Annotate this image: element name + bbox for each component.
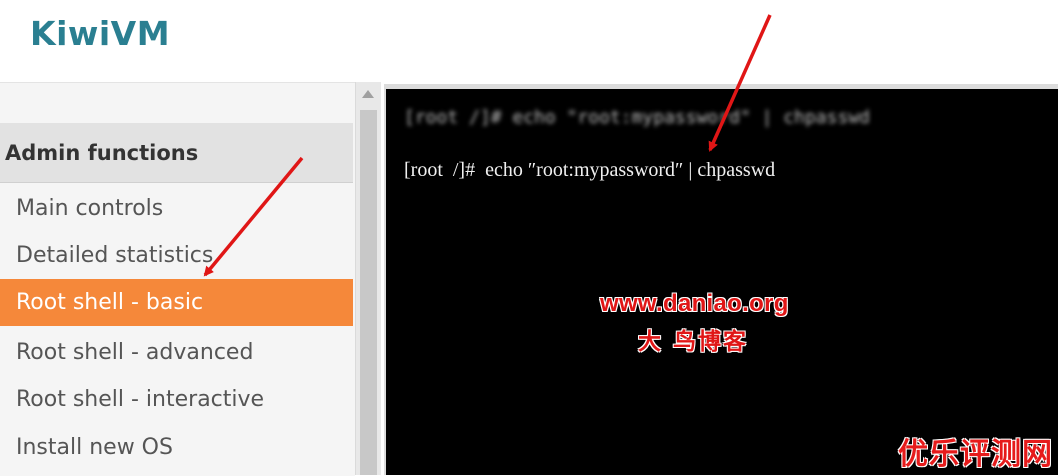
kiwivm-logo[interactable]: KiwiVM [30,14,170,53]
scrollbar-thumb[interactable] [360,110,377,475]
sidebar: Admin functions Main controls Detailed s… [0,82,355,476]
sidebar-item-install-new-os[interactable]: Install new OS [0,424,353,471]
sidebar-section-title: Admin functions [0,123,353,183]
terminal-command-line: [root /]# echo ″root:mypassword″ | chpas… [404,159,776,181]
scroll-up-arrow-icon[interactable] [362,90,374,98]
sidebar-scrollbar[interactable] [355,82,381,475]
sidebar-item-root-shell-basic[interactable]: Root shell - basic [0,279,353,326]
terminal-console[interactable]: [root /]# echo "root:mypassword" | chpas… [386,89,1058,475]
sidebar-item-root-shell-advanced[interactable]: Root shell - advanced [0,329,353,376]
watermark-cn: 大 鸟博客 [638,328,749,355]
corner-watermark: 优乐评测网 [898,437,1053,472]
sidebar-item-main-controls[interactable]: Main controls [0,185,353,232]
sidebar-item-root-shell-interactive[interactable]: Root shell - interactive [0,376,353,423]
watermark-url: www.daniao.org [600,290,789,317]
sidebar-item-detailed-statistics[interactable]: Detailed statistics [0,232,353,279]
header: KiwiVM [0,0,1058,80]
terminal-blurred-line: [root /]# echo "root:mypassword" | chpas… [404,107,870,128]
